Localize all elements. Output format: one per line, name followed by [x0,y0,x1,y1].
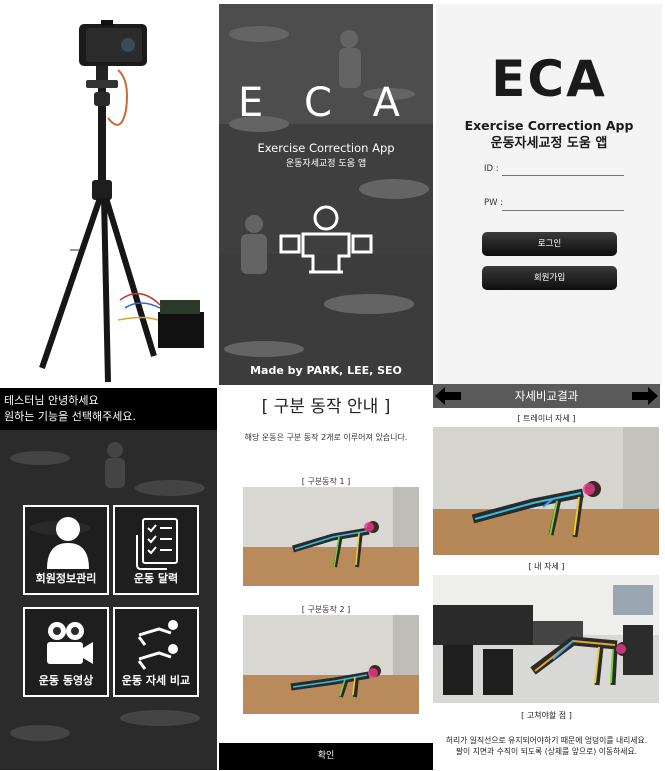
splash-title: E C A [238,80,414,126]
video-camera-icon [47,622,93,664]
device-photo [0,0,217,385]
fix-line2: 팔이 지면과 수직이 되도록 (상체를 앞으로) 이동하세요. [455,747,638,756]
fix-line1: 허리가 일직선으로 유지되어야하기 때문에 엉덩이를 내리세요. [445,736,648,745]
signup-button[interactable]: 회원가입 [482,266,617,290]
exercise-collage-background [219,4,433,385]
pw-field[interactable] [502,210,624,211]
step1-image [243,487,419,586]
mine-caption: [ 내 자세 ] [528,562,565,571]
greeting-line1: 테스터님 안녕하세요 [4,394,99,407]
step2-caption: [ 구분동작 2 ] [301,605,351,614]
trainer-caption: [ 트레이너 자세 ] [517,414,576,423]
login-screen: ECA Exercise Correction App 운동자세교정 도움 앱 … [436,4,662,385]
app-name-ko: 운동자세교정 도움 앱 [490,136,608,151]
confirm-button[interactable]: 확인 [219,743,433,770]
trainer-image [433,427,659,555]
tile-label: 운동 달력 [133,572,179,585]
my-pose-image [433,575,659,703]
fix-caption: [ 고쳐야할 점 ] [521,711,572,720]
pw-label: PW : [484,198,504,208]
tile-member-info[interactable]: 회원정보관리 [23,505,109,595]
id-field[interactable] [502,175,624,176]
splash-screen: E C A Exercise Correction App 운동자세교정 도움 … [219,4,433,385]
tile-pose-compare[interactable]: 운동 자세 비교 [113,607,199,697]
steps-guide-screen: [ 구분 동작 안내 ] 해당 운동은 구분 동작 2개로 이루어져 있습니다.… [219,388,433,770]
step1-caption: [ 구분동작 1 ] [301,477,351,486]
user-icon [47,517,89,569]
arrow-left-icon[interactable] [435,387,461,405]
tile-label: 운동 자세 비교 [121,674,191,687]
step2-image [243,615,419,714]
id-label: ID : [484,164,499,174]
splash-subtitle-en: Exercise Correction App [257,141,395,155]
steps-description: 해당 운동은 구분 동작 2개로 이루어져 있습니다. [244,433,408,442]
pose-compare-screen: 자세비교결과 [ 트레이너 자세 ] [ 내 자세 ] [고쳐야할 점] 허… [433,384,660,771]
menu-header: 테스터님 안녕하세요 원하는 기능을 선택해주세요. [0,388,217,430]
app-name-en: Exercise Correction App [464,118,634,133]
arrow-right-icon[interactable] [632,387,658,405]
tile-exercise-calendar[interactable]: 운동 달력 [113,505,199,595]
steps-title: [ 구분 동작 안내 ] [261,397,391,417]
tile-label: 운동 동영상 [38,674,94,687]
pose-compare-icon [137,620,178,670]
splash-credit: Made by PARK, LEE, SEO [250,364,402,377]
compare-title: 자세비교결과 [514,389,579,403]
tripod-camera-image [39,20,204,383]
greeting-line2: 원하는 기능을 선택해주세요. [4,410,136,423]
checklist-icon [136,518,178,570]
tile-exercise-video[interactable]: 운동 동영상 [23,607,109,697]
tile-label: 회원정보관리 [35,572,97,585]
compare-title-bar: 자세비교결과 [433,384,660,408]
splash-subtitle-ko: 운동자세교정 도움 앱 [285,159,367,169]
main-menu-screen: 테스터님 안녕하세요 원하는 기능을 선택해주세요. 회원정보관리 운동 달력 … [0,388,217,770]
app-logo: ECA [491,50,607,108]
login-button[interactable]: 로그인 [482,232,617,256]
